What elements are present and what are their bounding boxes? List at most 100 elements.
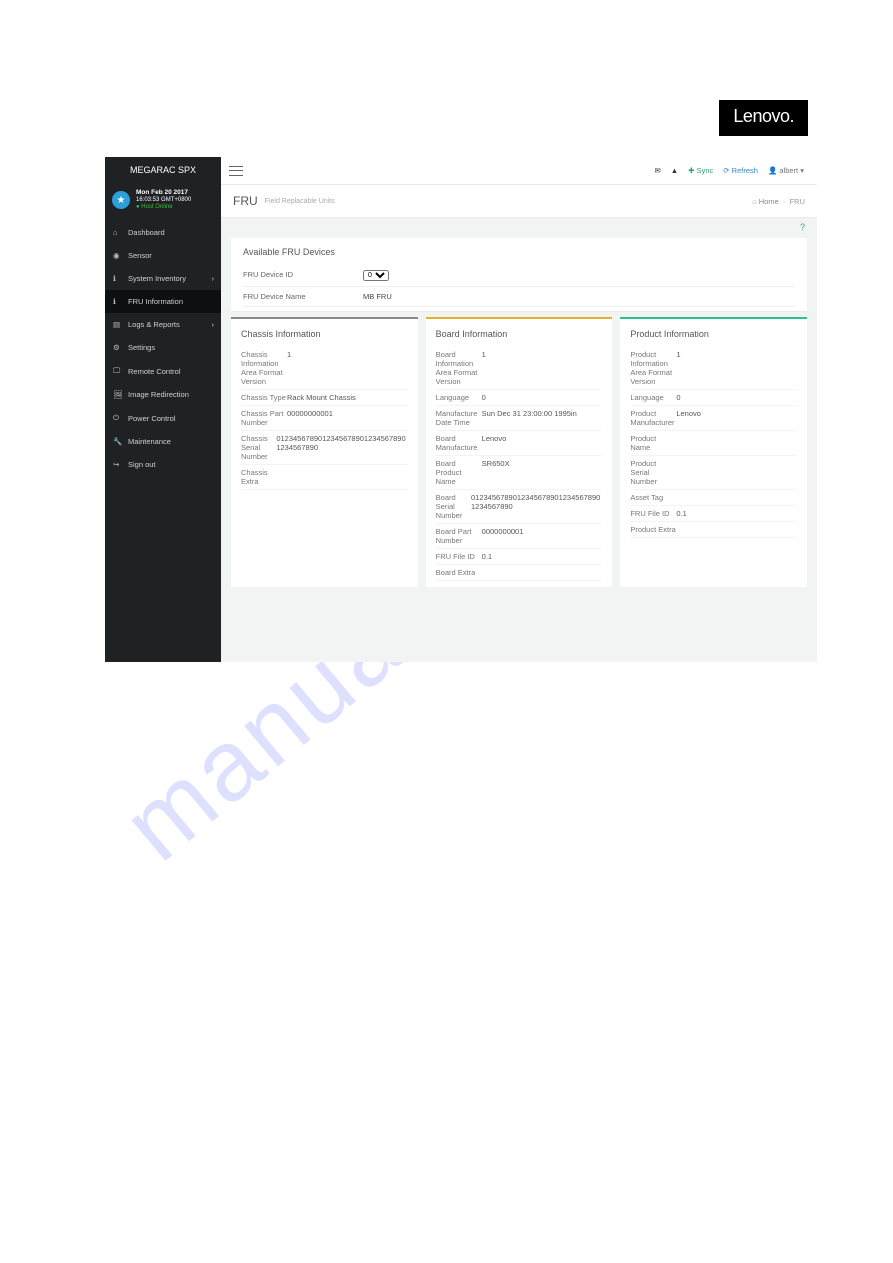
sidebar-item-image-redirection[interactable]: 🖼Image Redirection (105, 383, 221, 406)
info-value: 00000000001 (287, 409, 333, 427)
info-value: 0123456789012345678901234567890123456789… (276, 434, 407, 461)
sidebar-item-label: Settings (128, 343, 155, 352)
mail-icon[interactable]: ✉ (655, 166, 661, 175)
sidebar: MEGARAC SPX ★ Mon Feb 20 2017 16:03:53 G… (105, 157, 221, 662)
info-value: 0000000001 (482, 527, 524, 545)
breadcrumb-home[interactable]: Home (759, 197, 779, 206)
menu-toggle-icon[interactable] (229, 166, 243, 176)
info-row: Board ManufactureLenovo (436, 431, 603, 456)
image-icon: 🖼 (113, 390, 123, 399)
info-key: Board Extra (436, 568, 482, 577)
wrench-icon: 🔧 (113, 437, 123, 446)
sidebar-item-system-inventory[interactable]: ℹSystem Inventory› (105, 267, 221, 290)
sidebar-item-label: Maintenance (128, 437, 171, 446)
info-key: Product Extra (630, 525, 676, 534)
monitor-icon: 🖵 (113, 366, 123, 376)
home-icon[interactable]: ⌂ (752, 197, 757, 206)
info-key: Board Information Area Format Version (436, 350, 482, 386)
info-value: 0.1 (676, 509, 686, 518)
info-row: Chassis TypeRack Mount Chassis (241, 390, 408, 406)
sidebar-item-settings[interactable]: ⚙ Settings (105, 336, 221, 359)
gear-icon: ⚙ (113, 343, 123, 352)
info-key: Product Name (630, 434, 676, 452)
info-row: Product Name (630, 431, 797, 456)
info-row: FRU File ID0.1 (630, 506, 797, 522)
chassis-info-panel: Chassis Information Chassis Information … (231, 317, 418, 587)
info-key: Board Manufacture (436, 434, 482, 452)
info-row: FRU File ID0.1 (436, 549, 603, 565)
info-row: Asset Tag (630, 490, 797, 506)
sync-button[interactable]: ✚ Sync (688, 166, 713, 175)
info-row: Board Information Area Format Version1 (436, 347, 603, 390)
info-key: FRU File ID (436, 552, 482, 561)
info-value: Sun Dec 31 23:00:00 1995in (482, 409, 577, 427)
info-icon: ℹ (113, 297, 123, 306)
info-key: Language (630, 393, 676, 402)
chevron-right-icon: › (212, 320, 215, 329)
main-panel: ✉ ▲ ✚ Sync ⟳ Refresh 👤 albert ▾ FRU Fiel… (221, 157, 817, 662)
lenovo-logo: Lenovo. (719, 100, 808, 136)
sidebar-item-label: Logs & Reports (128, 320, 180, 329)
info-value: 1 (482, 350, 486, 386)
info-row: Product Information Area Format Version1 (630, 347, 797, 390)
info-row: Chassis Serial Number0123456789012345678… (241, 431, 408, 465)
sidebar-item-label: Power Control (128, 414, 176, 423)
info-value: Lenovo (676, 409, 701, 427)
info-row: Language0 (630, 390, 797, 406)
info-row: Board Product NameSR650X (436, 456, 603, 490)
fru-device-id-select[interactable]: 0 (363, 270, 389, 281)
info-value: 0123456789012345678901234567890123456789… (471, 493, 602, 520)
breadcrumb: FRU Field Replacable Units ⌂ Home · FRU (221, 185, 817, 218)
available-fru-heading: Available FRU Devices (243, 247, 795, 257)
user-menu[interactable]: 👤 albert ▾ (768, 166, 804, 175)
sidebar-item-label: Sensor (128, 251, 152, 260)
info-row: Product Extra (630, 522, 797, 538)
sidebar-item-logs-reports[interactable]: ▤Logs & Reports› (105, 313, 221, 336)
alert-icon[interactable]: ▲ (671, 166, 678, 175)
info-row: Board Extra (436, 565, 603, 581)
page-subtitle: Field Replacable Units (265, 198, 335, 205)
info-key: FRU File ID (630, 509, 676, 518)
sidebar-item-sign-out[interactable]: ↪ Sign out (105, 453, 221, 476)
help-icon[interactable]: ? (221, 218, 817, 232)
info-row: Manufacture Date TimeSun Dec 31 23:00:00… (436, 406, 603, 431)
fru-device-id-label: FRU Device ID (243, 270, 363, 281)
info-key: Board Part Number (436, 527, 482, 545)
user-box: ★ Mon Feb 20 2017 16:03:53 GMT+0800 Host… (105, 183, 221, 221)
info-row: Chassis Information Area Format Version1 (241, 347, 408, 390)
info-columns: Chassis Information Chassis Information … (231, 317, 807, 587)
info-key: Language (436, 393, 482, 402)
info-row: Chassis Part Number00000000001 (241, 406, 408, 431)
info-key: Product Manufacturer (630, 409, 676, 427)
sidebar-item-maintenance[interactable]: 🔧 Maintenance (105, 430, 221, 453)
info-icon: ℹ (113, 274, 123, 283)
chassis-heading: Chassis Information (241, 329, 408, 339)
sidebar-item-dashboard[interactable]: ⌂Dashboard (105, 221, 221, 244)
sidebar-item-sensor[interactable]: ◉Sensor (105, 244, 221, 267)
sidebar-item-remote-control[interactable]: 🖵Remote Control (105, 359, 221, 383)
info-value: 0.1 (482, 552, 492, 561)
info-key: Board Serial Number (436, 493, 471, 520)
host-status: Host Online (136, 204, 191, 211)
fru-device-name-label: FRU Device Name (243, 292, 363, 301)
sidebar-item-label: Sign out (128, 460, 156, 469)
date-line2: 16:03:53 GMT+0800 (136, 197, 191, 204)
info-value: 1 (676, 350, 680, 386)
info-value: 0 (482, 393, 486, 402)
sidebar-item-label: Dashboard (128, 228, 165, 237)
app-title: MEGARAC SPX (105, 157, 221, 183)
refresh-button[interactable]: ⟳ Refresh (723, 166, 758, 175)
board-info-panel: Board Information Board Information Area… (426, 317, 613, 587)
signout-icon: ↪ (113, 460, 123, 469)
sidebar-item-fru-information[interactable]: ℹFRU Information (105, 290, 221, 313)
info-value: SR650X (482, 459, 510, 486)
info-row: Chassis Extra (241, 465, 408, 490)
info-key: Product Serial Number (630, 459, 676, 486)
info-row: Board Part Number0000000001 (436, 524, 603, 549)
info-row: Language0 (436, 390, 603, 406)
info-key: Chassis Information Area Format Version (241, 350, 287, 386)
sidebar-item-power-control[interactable]: ⏻Power Control (105, 406, 221, 430)
avatar-icon: ★ (112, 191, 130, 209)
info-value: Lenovo (482, 434, 507, 452)
info-key: Asset Tag (630, 493, 676, 502)
